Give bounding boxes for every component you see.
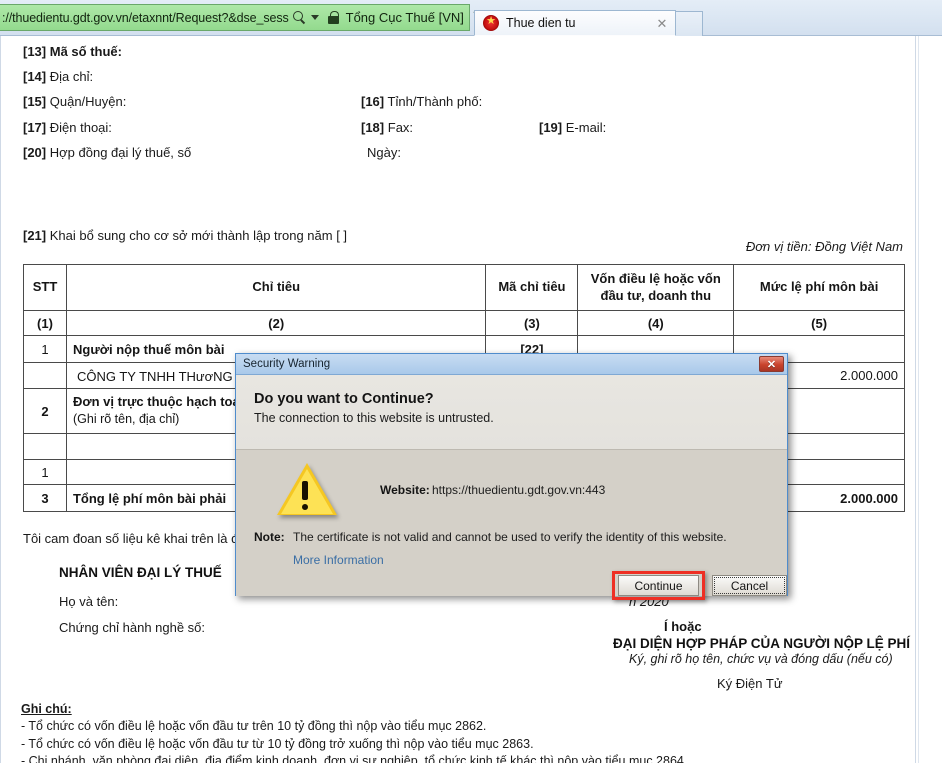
field-18-label: [18] [361, 120, 385, 135]
field-17-text: Điện thoại: [49, 120, 112, 135]
col-header-von: Vốn điều lệ hoặc vốn đầu tư, doanh thu [577, 264, 735, 311]
field-20-text: Hợp đồng đại lý thuế, số [49, 145, 192, 160]
tax-agent-title: NHÂN VIÊN ĐẠI LÝ THUẾ [59, 565, 222, 580]
field-20-date: Ngày: [367, 145, 401, 160]
col-header-muc-le-phi: Mức lệ phí môn bài [733, 264, 905, 311]
field-19-text: E-mail: [565, 120, 607, 135]
note-value: The certificate is not valid and cannot … [293, 530, 727, 544]
vietnam-emblem-favicon [483, 13, 499, 31]
signature-line-3: Ký, ghi rõ họ tên, chức vụ và đóng dấu (… [629, 652, 893, 666]
col-num-5: (5) [733, 310, 905, 336]
note-line-2: - Tổ chức có vốn điều lệ hoặc vốn đầu tư… [21, 736, 534, 751]
col-num-1: (1) [23, 310, 67, 336]
new-tab-button[interactable] [675, 11, 703, 36]
row1-stt: 1 [23, 335, 67, 363]
sub1-stt: 1 [23, 459, 67, 485]
field-17: [17] Điện thoại: [23, 120, 112, 135]
tab-title: Thue dien tu [506, 16, 576, 30]
continue-button[interactable]: Continue [618, 575, 699, 596]
declaration-text: Tôi cam đoan số liệu kê khai trên là đ [23, 531, 239, 546]
screenshot-root: ://thuedientu.gdt.gov.vn/etaxnnt/Request… [0, 0, 942, 763]
tax-agent-cert-label: Chứng chỉ hành nghề số: [59, 620, 206, 635]
field-16-text: Tỉnh/Thành phố: [387, 94, 483, 109]
field-14-text: Địa chỉ: [49, 69, 94, 84]
signature-line-1: Í hoặc [664, 619, 702, 634]
note-line-1: - Tổ chức có vốn điều lệ hoặc vốn đầu tư… [21, 719, 487, 734]
field-15: [15] Quận/Huyện: [23, 94, 126, 109]
field-17-label: [17] [23, 120, 47, 135]
table-numbering-row: (1) (2) (3) (4) (5) [23, 310, 905, 336]
browser-tab[interactable]: Thue dien tu ✕ [474, 10, 676, 36]
page-scrollbar[interactable] [918, 36, 942, 763]
col-header-ma-chi-tieu: Mã chỉ tiêu [485, 264, 579, 311]
col-header-chi-tieu: Chỉ tiêu [65, 264, 487, 311]
field-20-label: [20] [23, 145, 47, 160]
field-16: [16] Tỉnh/Thành phố: [361, 94, 482, 109]
company-name: CÔNG TY TNHH THươNG MạI [76, 368, 258, 384]
notes-title: Ghi chú: [21, 702, 72, 716]
col-num-3: (3) [485, 310, 579, 336]
col-header-stt: STT [23, 264, 67, 311]
dialog-divider [236, 449, 787, 450]
field-14-label: [14] [23, 69, 47, 84]
dialog-title-bar[interactable]: Security Warning ✕ [236, 354, 787, 375]
field-13-label: [13] [23, 44, 47, 59]
field-15-text: Quận/Huyện: [49, 94, 127, 109]
notes-section: Ghi chú: - Tổ chức có vốn điều lệ hoặc v… [21, 701, 687, 763]
currency-unit-note: Đơn vị tiền: Đồng Việt Nam [745, 239, 903, 254]
row3-stt: 3 [23, 484, 67, 512]
field-21: [21] Khai bổ sung cho cơ sở mới thành lậ… [23, 228, 347, 243]
field-20: [20] Hợp đồng đại lý thuế, số [23, 145, 191, 160]
col-num-2: (2) [65, 310, 487, 336]
note-line-3: - Chi nhánh, văn phòng đại diện, địa điể… [21, 753, 688, 763]
field-21-text: Khai bổ sung cho cơ sở mới thành lập tro… [49, 228, 348, 243]
ev-certificate-label: Tổng Cục Thuế [VN] [345, 10, 464, 25]
field-13: [13] Mã số thuế: [23, 44, 122, 59]
website-value: https://thuedientu.gdt.gov.vn:443 [432, 483, 606, 497]
dialog-title: Security Warning [243, 358, 331, 370]
website-label: Website: [380, 483, 430, 497]
field-21-label: [21] [23, 228, 47, 243]
dialog-heading: Do you want to Continue? [254, 391, 434, 407]
chevron-down-icon[interactable] [310, 15, 319, 20]
warning-exclamation-bar [302, 481, 308, 500]
address-bar-url[interactable]: ://thuedientu.gdt.gov.vn/etaxnnt/Request… [2, 11, 289, 25]
mst-stt [23, 433, 67, 460]
col-num-4: (4) [577, 310, 735, 336]
field-18-text: Fax: [387, 120, 414, 135]
table-header-row: STT Chỉ tiêu Mã chỉ tiêu Vốn điều lệ hoặ… [23, 264, 905, 311]
security-warning-dialog: Security Warning ✕ Do you want to Contin… [235, 353, 788, 600]
cancel-button[interactable]: Cancel [712, 575, 787, 596]
field-13-text: Mã số thuế: [49, 44, 122, 59]
field-15-label: [15] [23, 94, 47, 109]
close-icon[interactable]: ✕ [759, 356, 784, 372]
field-16-label: [16] [361, 94, 385, 109]
electronic-signature-label: Ký Điện Tử [717, 676, 783, 691]
row1sub-stt [23, 362, 67, 389]
field-19-label: [19] [539, 120, 563, 135]
row2-stt: 2 [23, 388, 67, 434]
address-bar[interactable]: ://thuedientu.gdt.gov.vn/etaxnnt/Request… [0, 4, 485, 31]
search-icon[interactable] [292, 10, 307, 25]
dialog-button-row: Continue Cancel [236, 571, 787, 601]
dialog-subtext: The connection to this website is untrus… [254, 411, 494, 425]
tax-agent-name-label: Họ và tên: [59, 594, 119, 609]
dialog-body: Do you want to Continue? The connection … [236, 375, 787, 600]
browser-chrome: ://thuedientu.gdt.gov.vn/etaxnnt/Request… [0, 0, 942, 36]
warning-exclamation-dot [302, 504, 308, 510]
close-icon[interactable]: ✕ [655, 17, 669, 30]
more-information-link[interactable]: More Information [293, 553, 384, 567]
signature-line-2: ĐẠI DIỆN HỢP PHÁP CỦA NGƯỜI NỘP LỆ PHÍ [613, 636, 911, 651]
field-14: [14] Địa chỉ: [23, 69, 93, 84]
tab-strip: Thue dien tu ✕ [474, 5, 703, 36]
field-19: [19] E-mail: [539, 120, 606, 135]
lock-icon [327, 11, 339, 24]
field-18: [18] Fax: [361, 120, 413, 135]
note-label: Note: [254, 530, 285, 544]
